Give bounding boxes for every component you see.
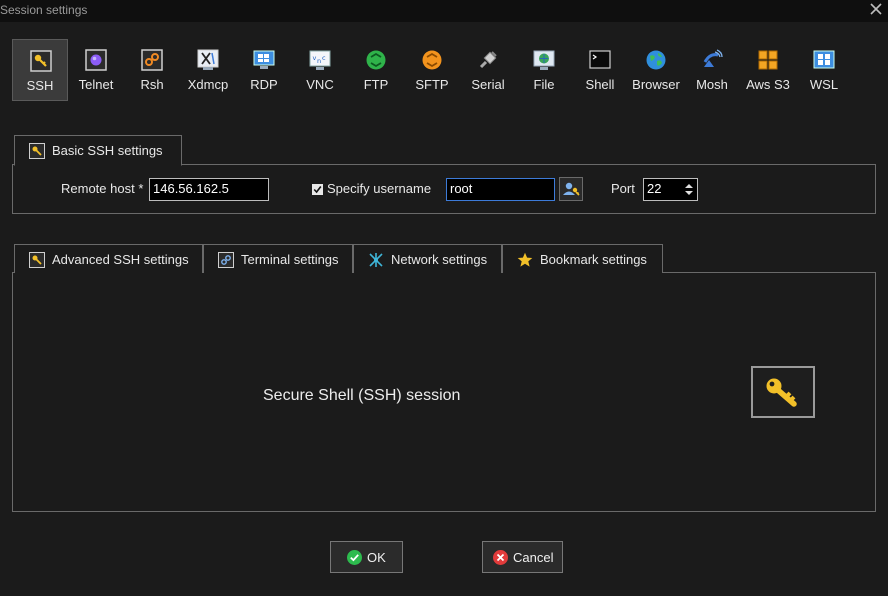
session-type-telnet[interactable]: Telnet	[68, 39, 124, 101]
window-title: Session settings	[0, 3, 88, 17]
port-spinner-icon[interactable]	[683, 181, 695, 198]
session-type-file[interactable]: File	[516, 39, 572, 101]
wrench-icon	[29, 252, 45, 268]
specify-username-label: Specify username	[327, 181, 432, 196]
wrench-icon	[29, 143, 45, 159]
close-icon[interactable]	[868, 1, 884, 17]
session-type-ssh[interactable]: SSH	[12, 39, 68, 101]
session-type-browser[interactable]: Browser	[628, 39, 684, 101]
check-circle-icon	[347, 550, 362, 565]
cancel-circle-icon	[493, 550, 508, 565]
cancel-button[interactable]: Cancel	[482, 541, 563, 573]
session-type-ftp[interactable]: FTP	[348, 39, 404, 101]
aws-s3-icon	[758, 50, 778, 70]
session-type-wsl[interactable]: WSL	[796, 39, 852, 101]
session-type-serial[interactable]: Serial	[460, 39, 516, 101]
rsh-icon	[141, 49, 163, 71]
svg-text:v: v	[313, 54, 317, 62]
basic-settings-panel: Remote host * 146.56.162.5 Specify usern…	[12, 164, 876, 214]
sftp-icon	[422, 50, 442, 70]
username-input[interactable]: root	[446, 178, 555, 201]
session-type-rdp[interactable]: RDP	[236, 39, 292, 101]
terminal-icon	[218, 252, 234, 268]
shell-icon	[589, 50, 611, 69]
session-type-vnc[interactable]: v n c VNC	[292, 39, 348, 101]
tab-advanced-ssh-settings[interactable]: Advanced SSH settings	[14, 244, 203, 273]
session-type-rsh[interactable]: Rsh	[124, 39, 180, 101]
dialog-body: SSH Telnet Rsh Xdmcp RDP v n c VNC FTP S…	[0, 22, 888, 596]
tab-network-settings[interactable]: Network settings	[353, 244, 502, 273]
port-input[interactable]: 22	[643, 178, 698, 201]
tab-basic-ssh-settings[interactable]: Basic SSH settings	[14, 135, 182, 166]
session-type-sftp[interactable]: SFTP	[404, 39, 460, 101]
ssh-icon	[30, 50, 52, 72]
tab-bookmark-settings[interactable]: Bookmark settings	[502, 244, 663, 273]
checkmark-icon	[313, 186, 322, 194]
xdmcp-icon	[197, 49, 219, 70]
ok-button[interactable]: OK	[330, 541, 403, 573]
browser-icon	[646, 50, 666, 70]
session-description: Secure Shell (SSH) session	[263, 387, 461, 404]
tab-terminal-settings[interactable]: Terminal settings	[203, 244, 353, 273]
file-icon	[533, 50, 555, 70]
remote-host-input[interactable]: 146.56.162.5	[149, 178, 269, 201]
star-icon	[517, 252, 533, 267]
user-picker-button[interactable]	[559, 177, 583, 201]
session-type-shell[interactable]: Shell	[572, 39, 628, 101]
svg-text:c: c	[322, 54, 326, 62]
port-label: Port	[611, 181, 635, 196]
network-icon	[369, 253, 383, 267]
session-type-bar: SSH Telnet Rsh Xdmcp RDP v n c VNC FTP S…	[12, 39, 872, 101]
session-type-aws-s3[interactable]: Aws S3	[740, 39, 796, 101]
session-type-xdmcp[interactable]: Xdmcp	[180, 39, 236, 101]
title-bar: Session settings	[0, 0, 888, 22]
telnet-icon	[85, 49, 107, 71]
remote-host-label: Remote host *	[61, 181, 144, 196]
ftp-icon	[366, 50, 386, 70]
specify-username-checkbox[interactable]	[312, 184, 323, 195]
wsl-icon	[813, 50, 835, 69]
session-type-mosh[interactable]: Mosh	[684, 39, 740, 101]
rdp-icon	[253, 50, 275, 69]
session-key-graphic	[751, 366, 815, 418]
svg-text:n: n	[317, 57, 321, 65]
mosh-icon	[703, 49, 723, 67]
key-icon	[766, 378, 797, 407]
serial-icon	[479, 51, 497, 69]
user-key-icon	[563, 182, 580, 196]
vnc-icon: v n c	[309, 50, 331, 70]
